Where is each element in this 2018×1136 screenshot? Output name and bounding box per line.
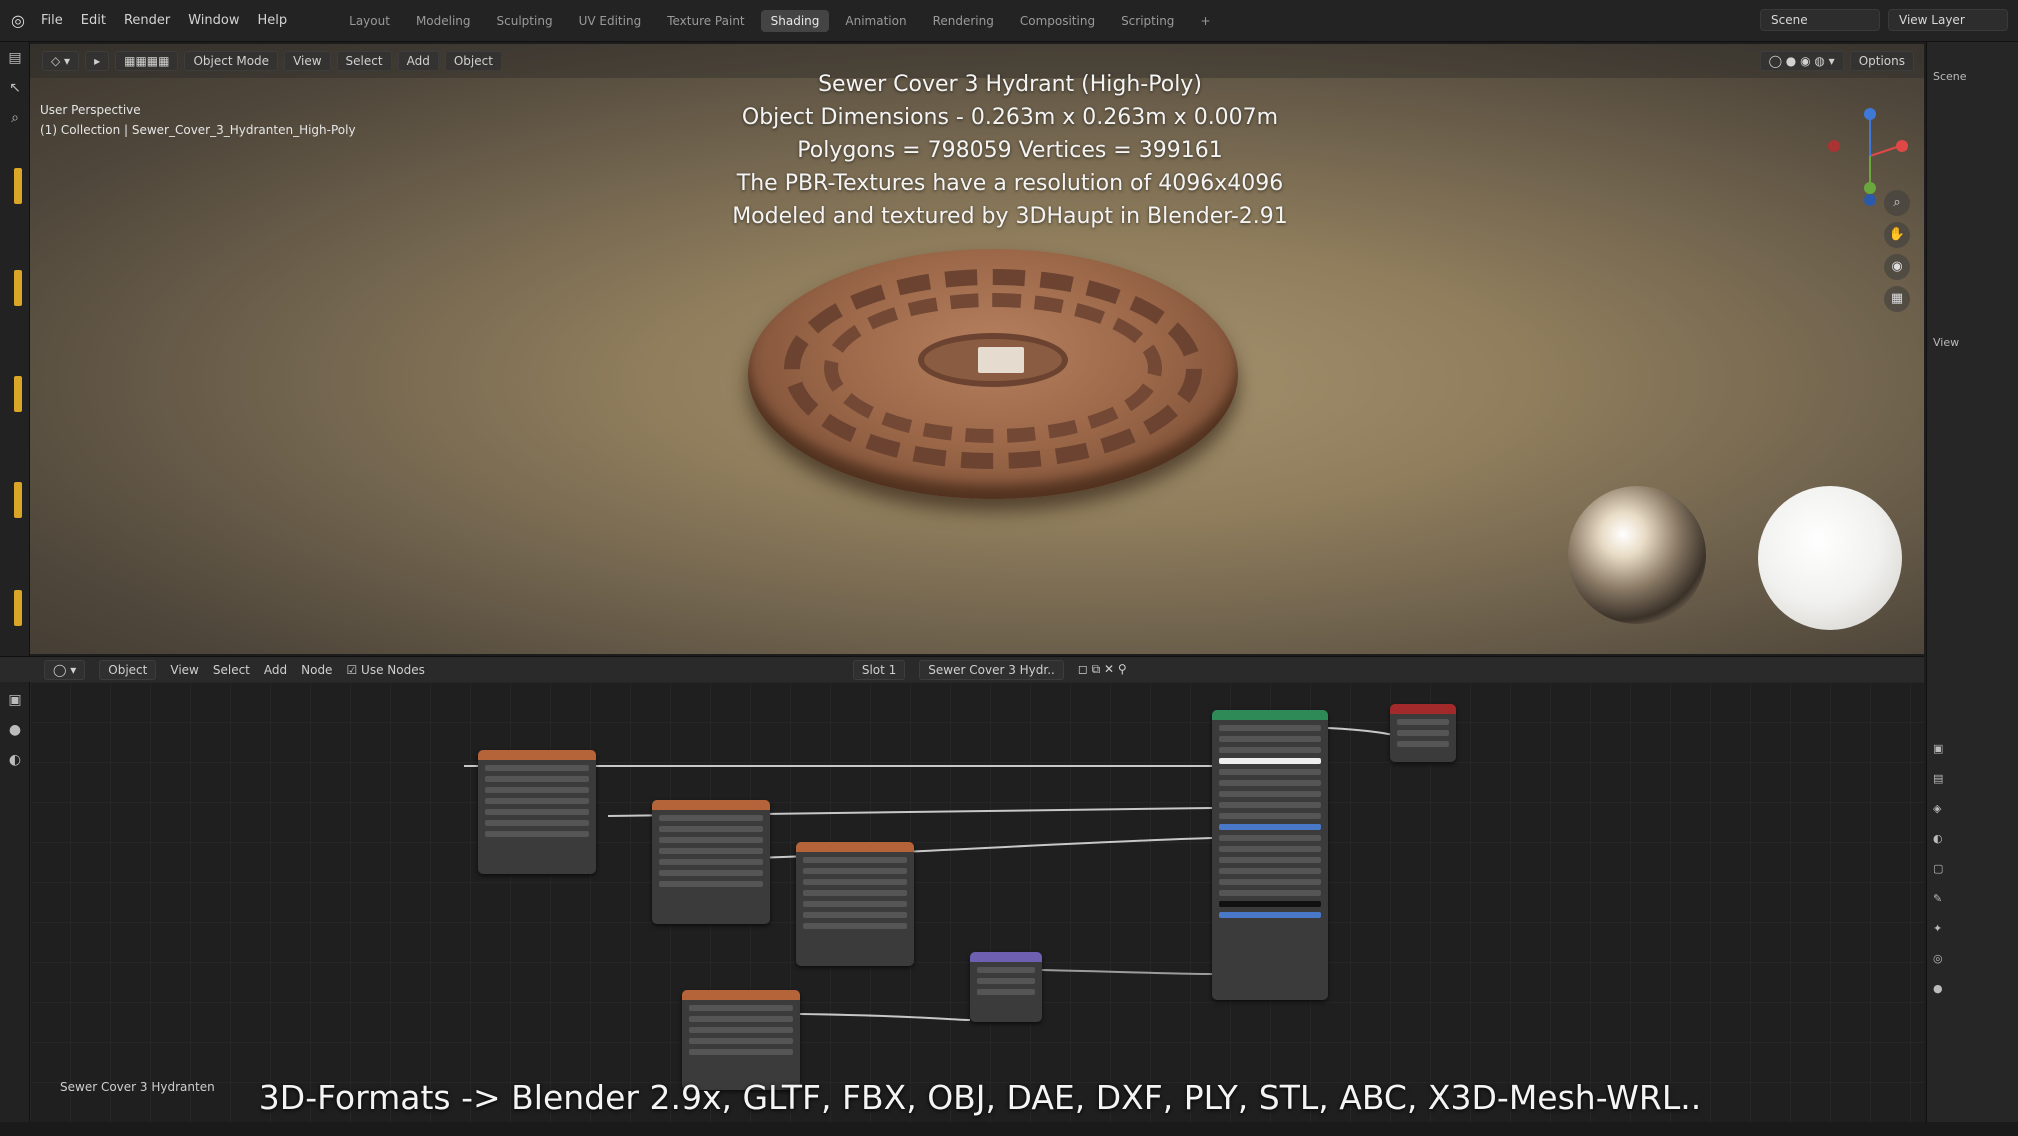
use-nodes-label: Use Nodes <box>361 662 425 677</box>
properties-view-label[interactable]: View <box>1933 336 1959 349</box>
node-menu-view[interactable]: View <box>170 663 198 677</box>
tab-animation[interactable]: Animation <box>835 10 916 32</box>
shader-type-dropdown[interactable]: Object <box>99 659 157 680</box>
tool-accent-bar <box>14 590 22 626</box>
menu-window[interactable]: Window <box>179 13 248 28</box>
tab-scripting[interactable]: Scripting <box>1111 10 1184 32</box>
overlay-polycount: Polygons = 798059 Vertices = 399161 <box>797 138 1223 163</box>
outliner-scene-label[interactable]: Scene <box>1933 70 1967 83</box>
menu-help[interactable]: Help <box>249 13 297 28</box>
node-menu-node[interactable]: Node <box>301 663 332 677</box>
search-icon[interactable]: ⌕ <box>6 110 24 128</box>
image-texture-node-metallic[interactable] <box>652 800 770 924</box>
hdri-diffuse-sphere <box>1758 486 1902 630</box>
zoom-icon[interactable]: ⌕ <box>1884 190 1910 216</box>
tab-uv-editing[interactable]: UV Editing <box>569 10 652 32</box>
tool-accent-bar <box>14 270 22 306</box>
status-bar <box>0 1122 2018 1136</box>
material-icon[interactable]: ● <box>1933 982 1943 995</box>
node-editor-canvas[interactable] <box>30 682 1924 1136</box>
node-links <box>464 727 1411 1021</box>
overlay-credit: Modeled and textured by 3DHaupt in Blend… <box>732 204 1288 229</box>
image-icon[interactable]: ▣ <box>6 692 24 710</box>
menu-render[interactable]: Render <box>115 13 179 28</box>
object-properties-icon[interactable]: ▢ <box>1933 862 1943 875</box>
menu-file[interactable]: File <box>32 13 72 28</box>
grid-icon[interactable]: ▦ <box>1884 286 1910 312</box>
tab-modeling[interactable]: Modeling <box>406 10 481 32</box>
world-icon[interactable]: ◐ <box>6 752 24 770</box>
physics-icon[interactable]: ◎ <box>1933 952 1943 965</box>
image-texture-node-roughness[interactable] <box>796 842 914 966</box>
editor-type-button[interactable]: ◯ ▾ <box>44 659 86 680</box>
material-output-node[interactable] <box>1390 704 1456 762</box>
output-properties-icon[interactable]: ▤ <box>1933 772 1943 785</box>
tab-rendering[interactable]: Rendering <box>923 10 1004 32</box>
normal-map-node[interactable] <box>970 952 1042 1022</box>
cursor-icon[interactable]: ↖ <box>6 80 24 98</box>
tab-layout[interactable]: Layout <box>339 10 400 32</box>
tool-accent-bar <box>14 482 22 518</box>
camera-icon[interactable]: ◉ <box>1884 254 1910 280</box>
scene-selector[interactable]: Scene <box>1760 9 1880 31</box>
tab-compositing[interactable]: Compositing <box>1010 10 1105 32</box>
use-nodes-checkbox[interactable]: ☑ Use Nodes <box>346 663 424 677</box>
overlay-textures: The PBR-Textures have a resolution of 40… <box>736 171 1284 196</box>
top-menu-bar: ◎ File Edit Render Window Help Layout Mo… <box>0 0 2018 42</box>
node-menu-select[interactable]: Select <box>213 663 250 677</box>
tool-accent-bar <box>14 376 22 412</box>
add-workspace-button[interactable]: + <box>1190 10 1220 32</box>
principled-bsdf-node[interactable] <box>1212 710 1328 1000</box>
view-layer-selector[interactable]: View Layer <box>1888 9 2008 31</box>
3d-viewport[interactable]: ◇ ▾ ▸ ▦▦▦▦ Object Mode View Select Add O… <box>30 44 1924 654</box>
blender-logo-icon[interactable]: ◎ <box>4 11 32 30</box>
menu-edit[interactable]: Edit <box>72 13 115 28</box>
sewer-cover-model[interactable] <box>748 249 1238 499</box>
node-editor-header: ◯ ▾ Object View Select Add Node ☑ Use No… <box>0 656 1924 682</box>
tool-accent-bar <box>14 168 22 204</box>
material-name-field[interactable]: Sewer Cover 3 Hydr.. <box>919 659 1064 680</box>
render-properties-icon[interactable]: ▣ <box>1933 742 1943 755</box>
model-info-overlay: Sewer Cover 3 Hydrant (High-Poly) Object… <box>30 68 1924 233</box>
sphere-icon[interactable]: ● <box>6 722 24 740</box>
folder-icon[interactable]: ▤ <box>6 50 24 68</box>
right-panel: Scene View ▣ ▤ ◈ ◐ ▢ ✎ ✦ ◎ ● <box>1926 42 2018 1136</box>
formats-banner: 3D-Formats -> Blender 2.9x, GLTF, FBX, O… <box>258 1078 1702 1117</box>
image-texture-node-basecolor[interactable] <box>478 750 596 874</box>
tab-sculpting[interactable]: Sculpting <box>487 10 563 32</box>
overlay-title: Sewer Cover 3 Hydrant (High-Poly) <box>818 72 1202 97</box>
tab-texture-paint[interactable]: Texture Paint <box>657 10 754 32</box>
modifier-wrench-icon[interactable]: ✎ <box>1933 892 1942 905</box>
particles-icon[interactable]: ✦ <box>1933 922 1942 935</box>
material-slot-dropdown[interactable]: Slot 1 <box>852 659 906 680</box>
overlay-dimensions: Object Dimensions - 0.263m x 0.263m x 0.… <box>741 105 1279 130</box>
cover-center-plate <box>978 347 1024 373</box>
image-texture-node-normal[interactable] <box>682 990 800 1090</box>
node-menu-add[interactable]: Add <box>264 663 287 677</box>
material-actions-icon[interactable]: ◻ ⧉ ✕ ⚲ <box>1078 662 1127 677</box>
hdri-chrome-sphere <box>1568 486 1706 624</box>
tab-shading[interactable]: Shading <box>760 9 830 32</box>
world-properties-icon[interactable]: ◐ <box>1933 832 1943 845</box>
pan-hand-icon[interactable]: ✋ <box>1884 222 1910 248</box>
left-toolbar: ▤ ↖ ⌕ ▦ ▣ ● ◐ <box>0 42 30 1136</box>
scene-properties-icon[interactable]: ◈ <box>1933 802 1941 815</box>
